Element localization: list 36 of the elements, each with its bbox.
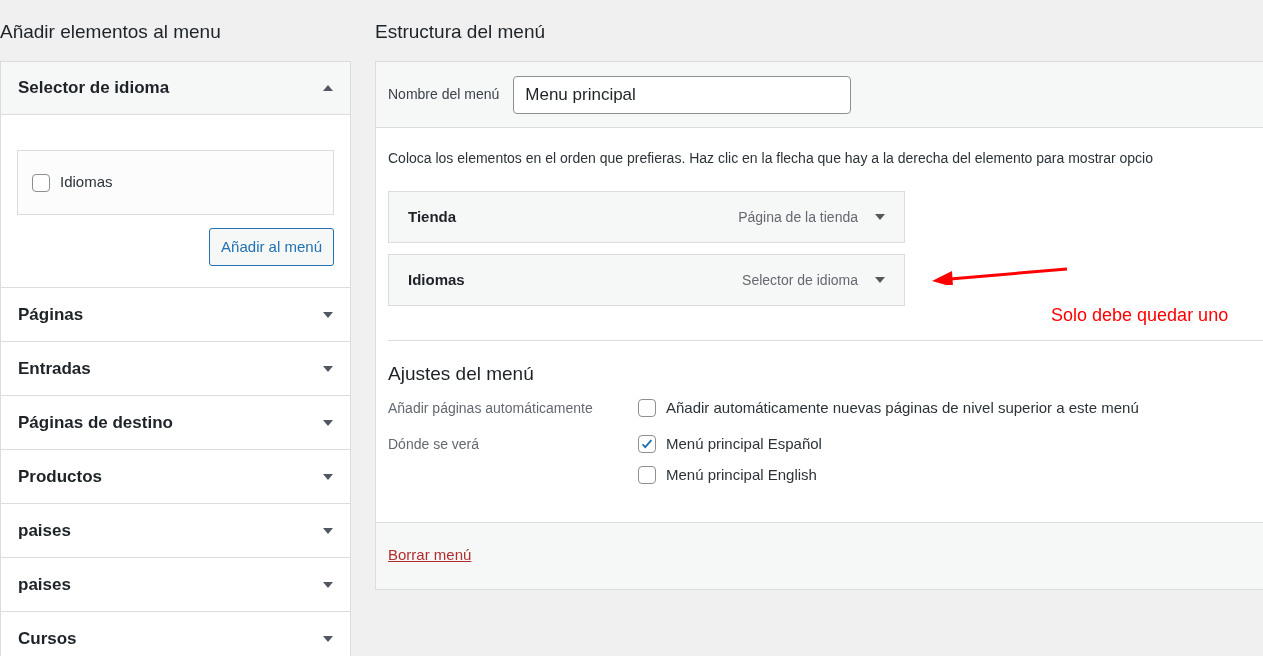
- checkbox-label: Menú principal English: [666, 465, 817, 485]
- section-title: Estructura del menú: [375, 20, 547, 44]
- settings-title: Ajustes del menú: [388, 362, 535, 386]
- section-title: Añadir elementos al menu: [0, 20, 222, 44]
- checkbox[interactable]: [638, 434, 656, 453]
- caret-up-icon[interactable]: [323, 85, 333, 91]
- caret-down-icon[interactable]: [323, 527, 333, 534]
- checkbox[interactable]: [638, 466, 656, 485]
- caret-down-icon[interactable]: [875, 214, 885, 220]
- caret-down-icon[interactable]: [323, 635, 333, 642]
- checkbox[interactable]: [32, 173, 50, 192]
- menu-name-field[interactable]: Menu principal: [513, 75, 852, 114]
- field-label: Nombre del menú: [388, 85, 500, 104]
- accordion-header[interactable]: Selector de idioma: [1, 62, 350, 115]
- checkbox-label: Idiomas: [60, 172, 113, 193]
- menu-item-type: Página de la tienda: [738, 207, 858, 227]
- checkbox-label: Menú principal Español: [666, 433, 822, 454]
- caret-down-icon[interactable]: [323, 311, 333, 318]
- caret-down-icon[interactable]: [323, 419, 333, 426]
- instructions-text: Coloca los elementos en el orden que prefieras. Haz clic en la flecha que hay a la derecha del elemento para mostrar opcio: [388, 149, 1154, 168]
- annotation-text: Solo debe quedar uno: [1051, 304, 1229, 327]
- checkbox-label: Añadir automáticamente nuevas páginas de nivel superior a este menú: [666, 398, 1139, 418]
- menu-item-title: Idiomas: [408, 269, 466, 290]
- caret-down-icon[interactable]: [323, 365, 333, 372]
- setting-label: Dónde se verá: [388, 434, 481, 454]
- checkbox[interactable]: [638, 399, 656, 418]
- setting-label: Añadir páginas automáticamente: [388, 399, 594, 418]
- menu-item-title: Tienda: [408, 206, 458, 227]
- caret-down-icon[interactable]: [875, 277, 885, 283]
- caret-down-icon[interactable]: [323, 473, 333, 480]
- add-to-menu-button[interactable]: Añadir al menú: [209, 228, 334, 266]
- menu-item[interactable]: Tienda Página de la tienda: [388, 191, 905, 243]
- menu-item-type: Selector de idioma: [742, 270, 858, 290]
- menu-item[interactable]: Idiomas Selector de idioma: [388, 254, 905, 306]
- caret-down-icon[interactable]: [323, 581, 333, 588]
- delete-menu-link[interactable]: Borrar menú: [388, 544, 472, 567]
